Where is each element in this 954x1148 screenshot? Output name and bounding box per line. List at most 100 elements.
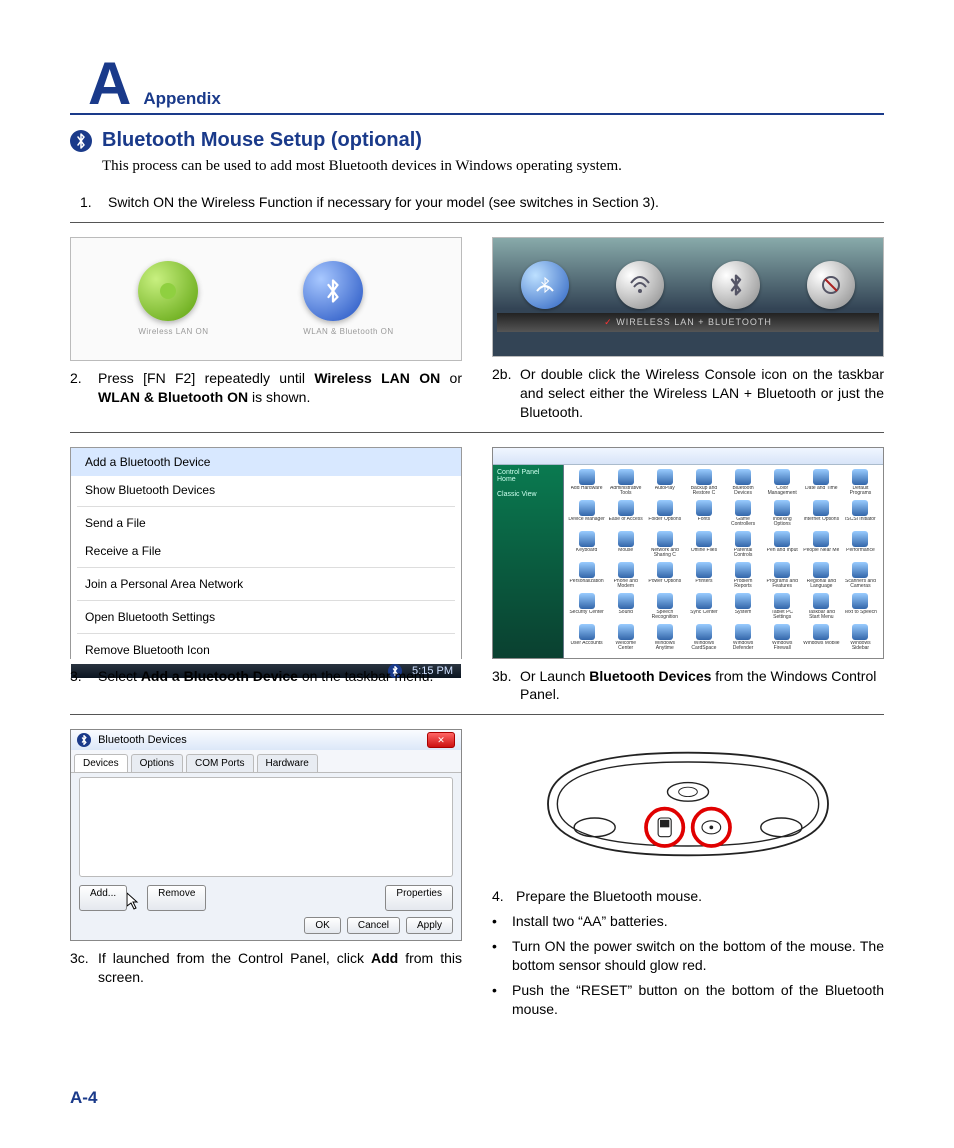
properties-button[interactable]: Properties: [385, 885, 453, 911]
control-panel-item[interactable]: Fonts: [685, 500, 722, 527]
bullet-icon: •: [492, 981, 512, 1019]
step-2-text: Press [FN F2] repeatedly until Wireless …: [98, 369, 462, 407]
tab-com-ports[interactable]: COM Ports: [186, 754, 253, 772]
control-panel-item[interactable]: Speech Recognition: [646, 593, 683, 620]
add-button[interactable]: Add...: [79, 885, 127, 911]
control-panel-item[interactable]: Date and Time: [803, 469, 840, 496]
step-1-number: 1.: [80, 193, 108, 212]
control-panel-item[interactable]: Windows Defender: [725, 624, 762, 651]
control-panel-grid: Add HardwareAdministrative ToolsAutoPlay…: [564, 465, 883, 658]
menu-item[interactable]: Join a Personal Area Network: [71, 570, 461, 598]
control-panel-item[interactable]: Windows Anytime: [646, 624, 683, 651]
step-4-bullet: • Turn ON the power switch on the bottom…: [492, 937, 884, 975]
control-panel-item[interactable]: Taskbar and Start Menu: [803, 593, 840, 620]
menu-separator: [77, 567, 455, 568]
step-3c-number: 3c.: [70, 949, 98, 987]
cancel-button[interactable]: Cancel: [347, 917, 400, 934]
wireless-lan-on-icon: [138, 261, 198, 321]
menu-item[interactable]: Receive a File: [71, 537, 461, 565]
control-panel-item[interactable]: Backup and Restore C: [685, 469, 722, 496]
control-panel-item[interactable]: AutoPlay: [646, 469, 683, 496]
control-panel-item[interactable]: Keyboard: [568, 531, 605, 558]
divider: [70, 432, 884, 433]
control-panel-item[interactable]: Programs and Features: [764, 562, 801, 589]
control-panel-item[interactable]: Device Manager: [568, 500, 605, 527]
step-4-bullet: • Install two “AA” batteries.: [492, 912, 884, 931]
control-panel-item[interactable]: Problem Reports: [725, 562, 762, 589]
control-panel-item[interactable]: Internet Options: [803, 500, 840, 527]
close-button[interactable]: ✕: [427, 732, 455, 748]
step-4-text: Prepare the Bluetooth mouse.: [516, 887, 884, 906]
control-panel-item[interactable]: Printers: [685, 562, 722, 589]
dialog-tabs: Devices Options COM Ports Hardware: [71, 750, 461, 773]
control-panel-item[interactable]: Default Programs: [842, 469, 879, 496]
control-panel-item[interactable]: Mouse: [607, 531, 644, 558]
step-4-bullet: • Push the “RESET” button on the bottom …: [492, 981, 884, 1019]
dialog-device-list: [79, 777, 453, 877]
control-panel-item[interactable]: Phone and Modem: [607, 562, 644, 589]
control-panel-item[interactable]: Color Management: [764, 469, 801, 496]
control-panel-item[interactable]: Welcome Center: [607, 624, 644, 651]
control-panel-item[interactable]: Tablet PC Settings: [764, 593, 801, 620]
context-menu[interactable]: Add a Bluetooth Device Show Bluetooth De…: [71, 448, 461, 664]
control-panel-item[interactable]: Bluetooth Devices: [725, 469, 762, 496]
control-panel-item[interactable]: Add Hardware: [568, 469, 605, 496]
control-panel-item[interactable]: Personalization: [568, 562, 605, 589]
tab-hardware[interactable]: Hardware: [257, 754, 318, 772]
control-panel-item[interactable]: Windows CardSpace: [685, 624, 722, 651]
console-bar-text: WIRELESS LAN + BLUETOOTH: [616, 317, 772, 327]
step-2b-text: Or double click the Wireless Console ico…: [520, 365, 884, 422]
step-3b: 3b. Or Launch Bluetooth Devices from the…: [492, 667, 884, 705]
control-panel-item[interactable]: Network and Sharing C: [646, 531, 683, 558]
menu-item[interactable]: Send a File: [71, 509, 461, 537]
bullet-text: Install two “AA” batteries.: [512, 912, 668, 931]
control-panel-item[interactable]: Performance: [842, 531, 879, 558]
dialog-title-text: Bluetooth Devices: [98, 734, 187, 746]
figure-control-panel: Control Panel Home Classic View Add Hard…: [492, 447, 884, 659]
control-panel-item[interactable]: Pen and Input: [764, 531, 801, 558]
control-panel-item[interactable]: Text to Speech: [842, 593, 879, 620]
control-panel-item[interactable]: Windows Mobile: [803, 624, 840, 651]
tab-options[interactable]: Options: [131, 754, 183, 772]
control-panel-item[interactable]: Game Controllers: [725, 500, 762, 527]
control-panel-item[interactable]: Windows Sidebar: [842, 624, 879, 651]
step-4-number: 4.: [492, 887, 516, 906]
control-panel-item[interactable]: Windows Firewall: [764, 624, 801, 651]
divider: [70, 714, 884, 715]
apply-button[interactable]: Apply: [406, 917, 453, 934]
sidebar-label[interactable]: Classic View: [493, 487, 563, 502]
control-panel-item[interactable]: Regional and Language: [803, 562, 840, 589]
control-panel-item[interactable]: Power Options: [646, 562, 683, 589]
menu-item[interactable]: Open Bluetooth Settings: [71, 603, 461, 631]
control-panel-item[interactable]: System: [725, 593, 762, 620]
menu-item-add-bluetooth[interactable]: Add a Bluetooth Device: [71, 448, 461, 476]
control-panel-item[interactable]: Scanners and Cameras: [842, 562, 879, 589]
t: Select: [98, 668, 141, 684]
t: is shown.: [248, 389, 310, 405]
remove-button[interactable]: Remove: [147, 885, 206, 911]
sidebar-label[interactable]: Control Panel Home: [493, 465, 563, 487]
bluetooth-icon: [77, 733, 91, 747]
menu-item[interactable]: Show Bluetooth Devices: [71, 476, 461, 504]
tab-devices[interactable]: Devices: [74, 754, 128, 772]
control-panel-item[interactable]: Offline Files: [685, 531, 722, 558]
control-panel-item[interactable]: People Near Me: [803, 531, 840, 558]
control-panel-item[interactable]: iSCSI Initiator: [842, 500, 879, 527]
menu-item[interactable]: Remove Bluetooth Icon: [71, 636, 461, 664]
control-panel-item[interactable]: Security Center: [568, 593, 605, 620]
control-panel-item[interactable]: Ease of Access: [607, 500, 644, 527]
control-panel-item[interactable]: Administrative Tools: [607, 469, 644, 496]
control-panel-item[interactable]: User Accounts: [568, 624, 605, 651]
step-3-number: 3.: [70, 667, 98, 686]
control-panel-item[interactable]: Folder Options: [646, 500, 683, 527]
control-panel-item[interactable]: Sync Center: [685, 593, 722, 620]
ok-button[interactable]: OK: [304, 917, 340, 934]
step-3c: 3c. If launched from the Control Panel, …: [70, 949, 462, 987]
control-panel-item[interactable]: Indexing Options: [764, 500, 801, 527]
step-3c-text: If launched from the Control Panel, clic…: [98, 949, 462, 987]
console-bt-icon: [712, 261, 760, 309]
page-number: A-4: [70, 1088, 97, 1108]
control-panel-item[interactable]: Sound: [607, 593, 644, 620]
dialog-titlebar: Bluetooth Devices ✕: [71, 730, 461, 750]
control-panel-item[interactable]: Parental Controls: [725, 531, 762, 558]
